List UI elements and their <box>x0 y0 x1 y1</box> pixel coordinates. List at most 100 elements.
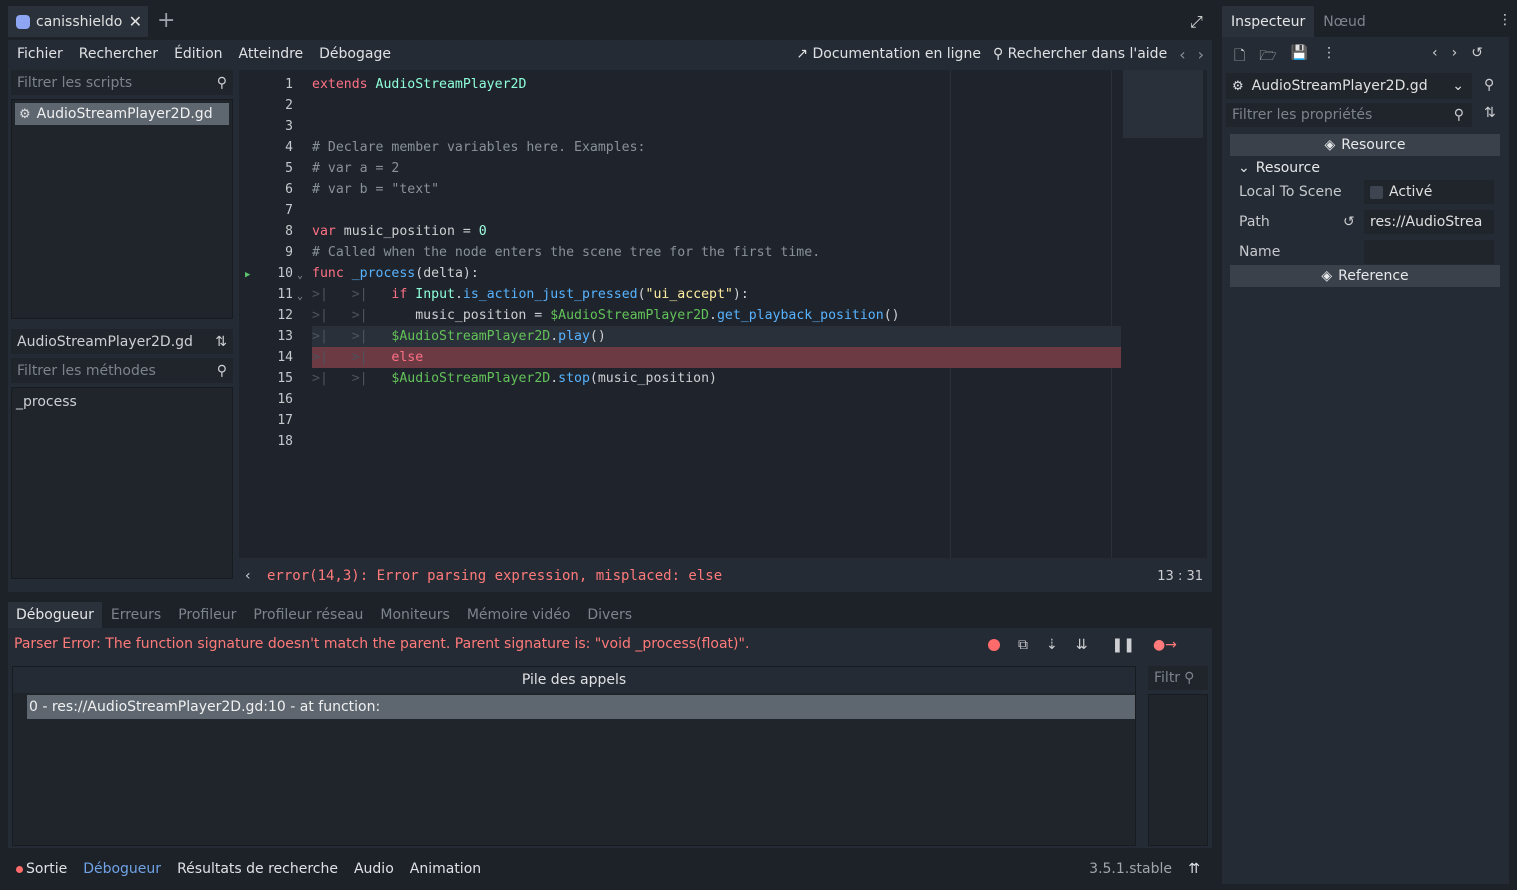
tab-monitors[interactable]: Moniteurs <box>372 602 458 628</box>
history-icon[interactable]: ↺ <box>1471 45 1483 61</box>
resource-selector[interactable]: ⚙ AudioStreamPlayer2D.gd ⌄ <box>1226 73 1472 99</box>
code-line: # var b = "text" <box>312 182 440 197</box>
path-field[interactable]: res://AudioStrea <box>1364 210 1494 234</box>
tab-misc[interactable]: Divers <box>579 602 641 628</box>
debugger-panel: Débogueur Erreurs Profileur Profileur ré… <box>8 602 1212 848</box>
menu-debug[interactable]: Débogage <box>319 46 391 62</box>
inspector-panel: 🗋 🗁 💾 ⋮ ‹ › ↺ ⚙ AudioStreamPlayer2D.gd ⌄… <box>1222 37 1509 884</box>
bottom-panel-bar: Sortie Débogueur Résultats de recherche … <box>8 854 1212 884</box>
chevron-left-icon[interactable]: ‹ <box>245 568 251 584</box>
code-token: (music_position) <box>589 371 717 386</box>
code-token: else <box>391 350 424 365</box>
open-folder-icon[interactable]: 🗁 <box>1259 45 1276 69</box>
fold-arrow-icon[interactable]: ⌄ <box>297 291 303 302</box>
code-token: is_action_just_pressed <box>462 287 638 302</box>
inspector-history-nav: ‹ › ↺ <box>1432 45 1483 61</box>
scene-tab[interactable]: canisshieldo ✕ <box>8 6 148 37</box>
nav-forward-icon[interactable]: › <box>1198 45 1204 64</box>
script-item-label: AudioStreamPlayer2D.gd <box>36 106 213 122</box>
revert-icon[interactable]: ↺ <box>1343 214 1355 230</box>
script-list-item[interactable]: ⚙ AudioStreamPlayer2D.gd <box>15 103 229 125</box>
chevron-down-icon: ⌄ <box>1238 160 1250 176</box>
callstack-row[interactable]: 0 - res://AudioStreamPlayer2D.gd:10 - at… <box>27 695 1135 719</box>
close-icon[interactable]: ✕ <box>129 12 142 31</box>
cube-icon: ◈ <box>1321 268 1333 284</box>
bottom-tab-animation[interactable]: Animation <box>410 861 481 877</box>
line-number: 1 <box>285 77 293 92</box>
code-editor[interactable]: 1 2 3 4 5 6 7 8 9 ▶ 10 ⌄ 11 ⌄ 12 13 14 1… <box>239 70 1207 558</box>
scene-tab-bar: canisshieldo ✕ + ⤢ <box>0 0 1218 42</box>
inspector-dock: Inspecteur Nœud ⋮ 🗋 🗁 💾 ⋮ ‹ › ↺ ⚙ AudioS… <box>1222 0 1517 890</box>
section-reference[interactable]: ◈ Reference <box>1230 265 1500 287</box>
section-resource[interactable]: ◈ Resource <box>1230 134 1500 156</box>
add-tab-icon[interactable]: + <box>157 8 175 33</box>
property-options-icon[interactable]: ⇅ <box>1484 105 1496 121</box>
menu-edit[interactable]: Édition <box>174 46 222 62</box>
bottom-tab-search-results[interactable]: Résultats de recherche <box>177 861 338 877</box>
debugger-tabs: Débogueur Erreurs Profileur Profileur ré… <box>8 602 641 628</box>
sort-icon[interactable]: ⇅ <box>215 334 227 350</box>
search-icon: ⚲ <box>1184 670 1195 686</box>
more-icon[interactable]: ⋮ <box>1322 45 1336 69</box>
continue-icon[interactable]: ●→ <box>1153 637 1177 653</box>
code-token: . <box>709 308 717 323</box>
object-tools-icon[interactable]: ⚲ <box>1484 77 1494 93</box>
method-filter-input[interactable]: Filtrer les méthodes ⚲ <box>11 358 233 383</box>
search-help-button[interactable]: ⚲ Rechercher dans l'aide <box>993 46 1167 62</box>
tab-profiler[interactable]: Profileur <box>170 602 245 628</box>
checkbox-label: Activé <box>1389 184 1433 200</box>
new-resource-icon[interactable]: 🗋 <box>1234 45 1245 69</box>
online-docs-button[interactable]: ↗ Documentation en ligne <box>796 46 981 62</box>
history-back-icon[interactable]: ‹ <box>1432 45 1438 61</box>
bottom-tab-audio[interactable]: Audio <box>354 861 394 877</box>
tab-inspector[interactable]: Inspecteur <box>1222 6 1315 37</box>
script-filter-input[interactable]: Filtrer les scripts ⚲ <box>11 70 233 95</box>
minimap-separator <box>1111 70 1112 558</box>
section-resource-label: Resource <box>1341 137 1406 153</box>
step-into-icon[interactable]: ⇣ <box>1046 637 1058 653</box>
tab-marker-icon: >| >| <box>312 329 392 344</box>
tab-debugger[interactable]: Débogueur <box>8 602 102 628</box>
bottom-tab-output[interactable]: Sortie <box>16 861 67 877</box>
variable-filter-input[interactable]: Filtr ⚲ <box>1148 666 1208 690</box>
code-token: () <box>589 329 606 344</box>
code-token: ( <box>637 287 646 302</box>
step-over-icon[interactable]: ⇊ <box>1076 637 1088 653</box>
menu-file[interactable]: Fichier <box>17 46 63 62</box>
fold-arrow-icon[interactable]: ⌄ <box>297 270 303 281</box>
record-icon[interactable] <box>988 639 1000 651</box>
fullscreen-icon[interactable]: ⤢ <box>1190 12 1203 32</box>
kebab-menu-icon[interactable]: ⋮ <box>1498 12 1512 28</box>
tab-marker-icon: >| >| <box>312 350 392 365</box>
subsection-resource[interactable]: ⌄ Resource <box>1230 157 1500 179</box>
local-to-scene-checkbox[interactable]: Activé <box>1364 180 1494 204</box>
tab-network-profiler[interactable]: Profileur réseau <box>245 602 372 628</box>
minimap[interactable] <box>1123 70 1203 138</box>
bottom-tab-debugger[interactable]: Débogueur <box>83 861 161 877</box>
code-token: Input <box>415 287 455 302</box>
menu-goto[interactable]: Atteindre <box>239 46 304 62</box>
method-list-item[interactable]: _process <box>16 392 228 412</box>
pin-panel-icon[interactable]: ⇈ <box>1188 861 1200 877</box>
line-number: 14 <box>277 350 293 365</box>
code-token: play <box>558 329 590 344</box>
menu-search[interactable]: Rechercher <box>79 46 158 62</box>
tab-video-memory[interactable]: Mémoire vidéo <box>458 602 579 628</box>
history-forward-icon[interactable]: › <box>1452 45 1458 61</box>
error-message[interactable]: error(14,3): Error parsing expression, m… <box>267 568 722 584</box>
code-line: var music_position = 0 <box>312 221 487 242</box>
prop-local-to-scene: Local To Scene Activé <box>1230 178 1500 206</box>
callstack-header: Pile des appels <box>13 667 1135 693</box>
tab-errors[interactable]: Erreurs <box>102 602 170 628</box>
code-line: extends AudioStreamPlayer2D <box>312 74 526 95</box>
name-field[interactable] <box>1364 240 1494 264</box>
nav-back-icon[interactable]: ‹ <box>1179 45 1185 64</box>
pause-icon[interactable]: ❚❚ <box>1111 637 1134 653</box>
save-icon[interactable]: 💾 <box>1291 45 1308 69</box>
property-filter-input[interactable]: Filtrer les propriétés ⚲ <box>1226 103 1472 127</box>
parser-error-text: Parser Error: The function signature doe… <box>14 636 750 652</box>
copy-icon[interactable]: ⧉ <box>1018 637 1028 653</box>
tab-node[interactable]: Nœud <box>1314 6 1375 37</box>
prop-label: Name <box>1239 244 1281 260</box>
line-number: 6 <box>285 182 293 197</box>
